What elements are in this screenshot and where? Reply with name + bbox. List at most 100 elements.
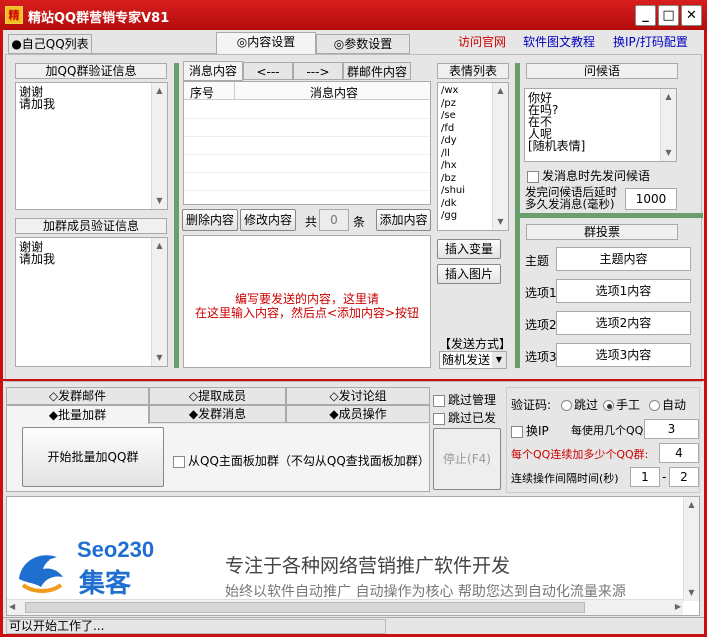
compose-hint-1: 编写要发送的内容，这里请	[234, 292, 379, 306]
dolphin-logo-icon	[11, 543, 71, 595]
chevron-down-icon: ▼	[492, 352, 506, 368]
section-divider	[3, 379, 704, 381]
scroll-right-icon[interactable]: ▶	[675, 602, 681, 611]
add-content-button[interactable]: 添加内容	[376, 209, 431, 231]
verify-member-scrollbar[interactable]: ▲ ▼	[151, 238, 167, 366]
verify-member-line-2: 请加我	[19, 252, 56, 266]
start-batch-join-button[interactable]: 开始批量加QQ群	[22, 427, 164, 487]
col-header-content: 消息内容	[310, 86, 359, 100]
send-mode-select[interactable]: 随机发送 ▼	[439, 351, 507, 369]
link-tutorial[interactable]: 软件图文教程	[523, 33, 595, 50]
link-ip-config[interactable]: 换IP/打码配置	[613, 33, 688, 50]
brand-name: Seo230	[77, 537, 155, 562]
verify-group-line-2: 请加我	[19, 97, 56, 111]
close-button[interactable]: ✕	[681, 5, 702, 26]
verify-group-textarea[interactable]: 谢谢 请加我 ▲ ▼	[15, 82, 168, 210]
minimize-button[interactable]: _	[635, 5, 656, 26]
ad-banner[interactable]: Seo230 集客 专注于各种网络营销推广软件开发 始终以软件自动推广 自动操作…	[6, 496, 700, 616]
send-mode-label: 【发送方式】	[439, 337, 512, 351]
brand-sub: 集客	[79, 569, 132, 599]
tab-extract-members[interactable]: ◇提取成员	[149, 387, 286, 405]
change-ip-per-label: 每使用几个QQ:	[571, 424, 648, 437]
message-table[interactable]: 序号 消息内容	[183, 81, 431, 205]
change-ip-input[interactable]: 3	[644, 419, 699, 439]
delete-content-button[interactable]: 删除内容	[182, 209, 238, 231]
emoji-list[interactable]: /wx /pz /se /fd /dy /ll /hx /bz /shui /d…	[437, 82, 509, 231]
tab-content-settings[interactable]: ◎内容设置	[216, 32, 316, 54]
verify-group-title: 加QQ群验证信息	[15, 63, 167, 79]
interval-to-input[interactable]: 2	[669, 467, 699, 487]
insert-variable-button[interactable]: 插入变量	[437, 239, 501, 259]
skip-admin-label: 跳过管理	[448, 393, 497, 407]
radio-icon	[649, 400, 660, 411]
vote-option-input[interactable]: 选项1内容	[556, 279, 691, 303]
edit-content-button[interactable]: 修改内容	[240, 209, 296, 231]
banner-headline: 专注于各种网络营销推广软件开发	[225, 555, 511, 577]
emoji-scrollbar[interactable]: ▲ ▼	[492, 83, 508, 230]
tab-discussion-send[interactable]: ◇发讨论组	[286, 387, 430, 405]
greeting-check-label: 发消息时先发问候语	[542, 169, 651, 183]
greeting-scrollbar[interactable]: ▲ ▼	[660, 89, 676, 161]
banner-vscroll[interactable]: ▲ ▼	[683, 497, 699, 601]
verify-group-scrollbar[interactable]: ▲ ▼	[151, 83, 167, 209]
captcha-option-auto[interactable]: 自动	[649, 396, 686, 413]
interval-label: 连续操作间隔时间(秒)	[511, 472, 619, 485]
checkbox-icon	[433, 394, 445, 407]
stop-button[interactable]: 停止(F4)	[433, 428, 501, 490]
radio-icon	[603, 400, 614, 411]
banner-subline: 始终以软件自动推广 自动操作为核心 帮助您达到自动化流量来源	[225, 584, 626, 600]
tab-member-ops[interactable]: ◆成员操作	[286, 405, 430, 423]
emoji-list-title: 表情列表	[437, 63, 509, 79]
per-qq-label: 每个QQ连续加多少个QQ群:	[511, 448, 649, 461]
message-count: 0	[319, 209, 349, 231]
greeting-delay-input[interactable]: 1000	[625, 188, 677, 210]
status-text: 可以开始工作了...	[6, 619, 386, 634]
greeting-first-check[interactable]: 发消息时先发问候语	[527, 167, 650, 184]
captcha-option-manual[interactable]: 手工	[603, 396, 640, 413]
checkbox-icon	[173, 455, 185, 468]
tab-qq-list[interactable]: ●自己QQ列表	[8, 34, 92, 54]
radio-icon	[561, 400, 572, 411]
greeting-textarea[interactable]: 你好 在吗? 在不 人呢 [随机表情] ▲ ▼	[524, 88, 677, 162]
tab-prev[interactable]: <---	[243, 62, 293, 80]
change-ip-check[interactable]: 换IP	[511, 422, 549, 439]
title-bar: 精 精站QQ群营销专家V81 _ □ ✕	[0, 0, 707, 30]
captcha-label: 验证码:	[511, 398, 552, 412]
maximize-button[interactable]: □	[658, 5, 679, 26]
tab-next[interactable]: --->	[293, 62, 343, 80]
hscroll-thumb[interactable]	[25, 602, 585, 613]
vote-option-label: 选项2	[525, 318, 557, 332]
verify-member-textarea[interactable]: 谢谢 请加我 ▲ ▼	[15, 237, 168, 367]
tab-msg-content[interactable]: 消息内容	[183, 61, 243, 81]
insert-image-button[interactable]: 插入图片	[437, 264, 501, 284]
interval-dash: -	[662, 470, 667, 484]
tab-group-mail-send[interactable]: ◇发群邮件	[6, 387, 149, 405]
vote-option-label: 选项1	[525, 286, 557, 300]
link-official-site[interactable]: 访问官网	[458, 33, 506, 50]
banner-hscroll[interactable]: ◀ ▶	[7, 599, 683, 615]
vote-option-input[interactable]: 选项3内容	[556, 343, 691, 367]
greeting-line: [随机表情]	[528, 139, 586, 153]
vote-title: 群投票	[526, 224, 678, 240]
checkbox-icon	[527, 170, 539, 183]
window-title: 精站QQ群营销专家V81	[28, 11, 170, 26]
greeting-delay-label: 发完问候语后延时 多久发消息(毫秒)	[525, 185, 617, 211]
vote-topic-label: 主题	[525, 254, 550, 268]
compose-textarea[interactable]: 编写要发送的内容，这里请 在这里输入内容，然后点<添加内容>按钮	[183, 235, 431, 368]
skip-sent-check[interactable]: 跳过已发	[433, 409, 496, 426]
per-qq-input[interactable]: 4	[659, 443, 699, 463]
app-window: 精 精站QQ群营销专家V81 _ □ ✕ ●自己QQ列表 ◎内容设置 ◎参数设置…	[0, 0, 707, 637]
interval-from-input[interactable]: 1	[630, 467, 660, 487]
tab-group-mail[interactable]: 群邮件内容	[343, 62, 411, 80]
skip-admin-check[interactable]: 跳过管理	[433, 391, 496, 408]
total-prefix: 共	[305, 215, 318, 229]
vote-topic-input[interactable]: 主题内容	[556, 247, 691, 271]
vote-option-input[interactable]: 选项2内容	[556, 311, 691, 335]
tab-batch-join[interactable]: ◆批量加群	[6, 405, 149, 425]
scroll-left-icon[interactable]: ◀	[9, 602, 15, 611]
captcha-option-skip[interactable]: 跳过	[561, 396, 598, 413]
main-panel-join-check[interactable]: 从QQ主面板加群（不勾从QQ查找面板加群）	[173, 452, 430, 469]
tab-param-settings[interactable]: ◎参数设置	[316, 34, 410, 54]
checkbox-icon	[433, 412, 445, 425]
tab-group-message[interactable]: ◆发群消息	[149, 405, 286, 423]
